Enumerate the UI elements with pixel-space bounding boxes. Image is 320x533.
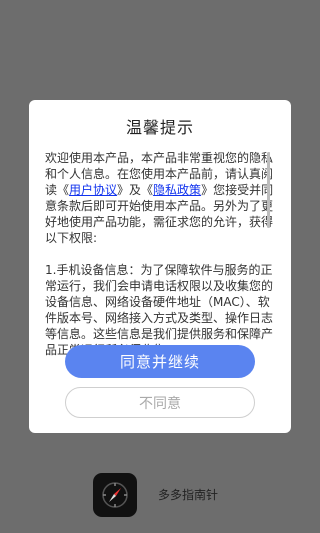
scrollbar-thumb[interactable]: [267, 152, 270, 228]
privacy-dialog: 温馨提示 欢迎使用本产品，本产品非常重视您的隐私和个人信息。在您使用本产品前，请…: [29, 100, 291, 433]
disagree-button[interactable]: 不同意: [65, 387, 255, 418]
intro-paragraph: 欢迎使用本产品，本产品非常重视您的隐私和个人信息。在您使用本产品前，请认真阅读《…: [45, 150, 275, 246]
app-name: 多多指南针: [158, 488, 219, 502]
privacy-policy-link[interactable]: 隐私政策: [153, 183, 201, 197]
user-agreement-link[interactable]: 用户协议: [69, 183, 117, 197]
permission-paragraph: 1.手机设备信息：为了保障软件与服务的正常运行，我们会申请电话权限以及收集您的设…: [45, 263, 274, 357]
agree-button[interactable]: 同意并继续: [65, 345, 255, 378]
app-compass-icon: [93, 473, 137, 517]
intro-text-b: 》及《: [117, 183, 154, 197]
dialog-title: 温馨提示: [125, 118, 194, 137]
